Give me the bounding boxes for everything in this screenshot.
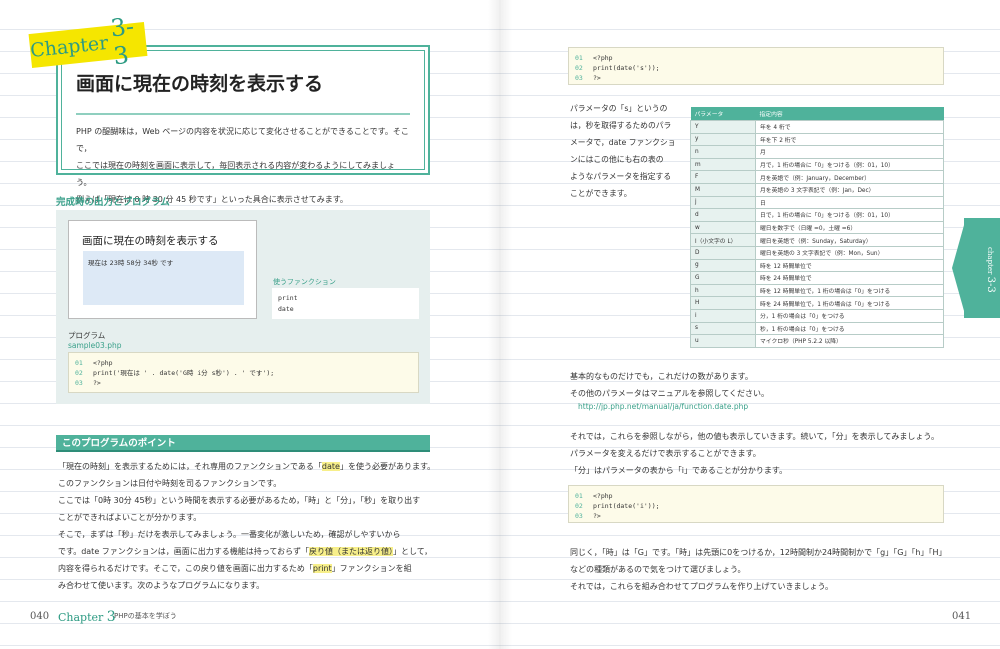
table-row: F 月を英語で（例：January，December） [690, 170, 944, 184]
function-list: print date [272, 288, 419, 319]
table-row: j日 [690, 195, 944, 210]
page-number-right: 041 [952, 611, 972, 622]
program-label: プログラム [68, 331, 106, 340]
table-row: g 時を 12 時間単位で [690, 258, 944, 273]
table-row: u マイクロ秒（PHP 5.2.2 以降） [690, 334, 944, 348]
table-row: n月 [690, 145, 944, 159]
table-row: s 秒，1 桁の場合は「0」をつける [690, 321, 944, 336]
table-row: w 曜日を数字で（日曜 =0，土曜 =6） [690, 220, 944, 235]
footer-subtitle: PHPの基本を学ぼう [114, 612, 177, 620]
date-parameter-table: パラメータ 指定内容 Y 年を 4 桁で y 年を下 2 桁で n月 m 月で，1 桁… [690, 107, 944, 348]
table-row: H 時を 24 時間単位で，1 桁の場合は「0」をつける [690, 296, 944, 310]
side-tab-label: chapter 3-3 [985, 247, 996, 293]
output-window-title: 画面に現在の時刻を表示する [82, 235, 219, 247]
side-tab-arrow [952, 218, 966, 318]
table-row: D 曜日を英語の 3 文字表記で（例：Mon，Sun） [690, 245, 944, 260]
table-row: M 月を英語の 3 文字表記で（例：Jan，Dec） [690, 182, 944, 197]
parameter-explanation: パラメータの「s」というの は，秒を取得するためのパラ メータで，date ファ… [570, 104, 676, 198]
table-row: Y 年を 4 桁で [690, 120, 944, 134]
section-title: 画面に現在の時刻を表示する [76, 73, 324, 95]
browser-output-window: 画面に現在の時刻を表示する 現在は 23時 58分 34秒 です [68, 220, 257, 319]
output-window-body: 現在は 23時 58分 34秒 です [83, 251, 244, 305]
chapter-banner-number: 3-3 [109, 12, 136, 71]
chapter-banner-word: Chapter [29, 31, 110, 63]
code-block-seconds: 01 <?php 02 print(date('s')); 03 ?> [568, 47, 944, 85]
point-heading: このプログラムのポイント [56, 435, 430, 452]
table-header: 指定内容 [755, 107, 944, 121]
table-row: y 年を下 2 桁で [690, 132, 944, 147]
table-row: m 月で，1 桁の場合に「0」をつける（例：01，10） [690, 157, 944, 172]
table-row: d 日で，1 桁の場合に「0」をつける（例：01，10） [690, 208, 944, 222]
minutes-explanation: それでは，これらを参照しながら，他の値も表示していきます。続いて，「分」を表示し… [570, 432, 939, 475]
code-line: 01 <?php [575, 54, 613, 62]
manual-link[interactable]: http://jp.php.net/manual/ja/function.dat… [578, 402, 748, 411]
code-line: 03 ?> [575, 512, 601, 520]
table-row: h 時を 12 時間単位で，1 桁の場合は「0」をつける [690, 283, 944, 298]
program-filename: sample03.php [68, 341, 122, 350]
function-item: print [278, 294, 298, 302]
explanation-paragraph: 「現在の時刻」を表示するためには，それ専用のファンクションである「date」を使… [58, 462, 436, 590]
code-line: 01 <?php [575, 492, 613, 500]
output-section-label: 完成時の出力とプログラム [56, 197, 170, 208]
code-line: 02 print(date('i')); [575, 502, 660, 510]
title-rule [76, 113, 410, 115]
code-block-minutes: 01 <?php 02 print(date('i')); 03 ?> [568, 485, 944, 523]
table-row: G 時を 24 時間単位で [690, 271, 944, 285]
page-number-left: 040 [30, 611, 50, 622]
table-row: i 分，1 桁の場合は「0」をつける [690, 308, 944, 323]
code-line: 02 print(date('s')); [575, 64, 660, 72]
section-title-box: 画面に現在の時刻を表示する PHP の醍醐味は，Web ページの内容を状況に応じ… [56, 45, 430, 204]
code-line: 02 print('現在は ' . date('G時 i分 s秒') . ' です… [75, 369, 275, 377]
basic-note: 基本的なものだけでも，これだけの数があります。 その他のパラメータはマニュアルを… [570, 372, 770, 398]
footer-chapter: Chapter 3 [58, 609, 116, 625]
table-row: l（小文字の L） 曜日を英語で（例：Sunday，Saturday） [690, 233, 944, 247]
code-line: 01 <?php [75, 359, 113, 367]
book-spine [488, 0, 512, 649]
table-header: パラメータ [690, 107, 756, 121]
code-line: 03 ?> [75, 379, 101, 387]
function-item: date [278, 305, 294, 313]
code-block-main: 01 <?php 02 print('現在は ' . date('G時 i分 s秒'… [68, 352, 419, 393]
code-line: 03 ?> [575, 74, 601, 82]
hours-explanation: 同じく，「時」は「G」です。「時」は先頭に0をつけるか，12時間制か24時間制か… [570, 548, 947, 591]
function-label: 使うファンクション [273, 278, 336, 286]
